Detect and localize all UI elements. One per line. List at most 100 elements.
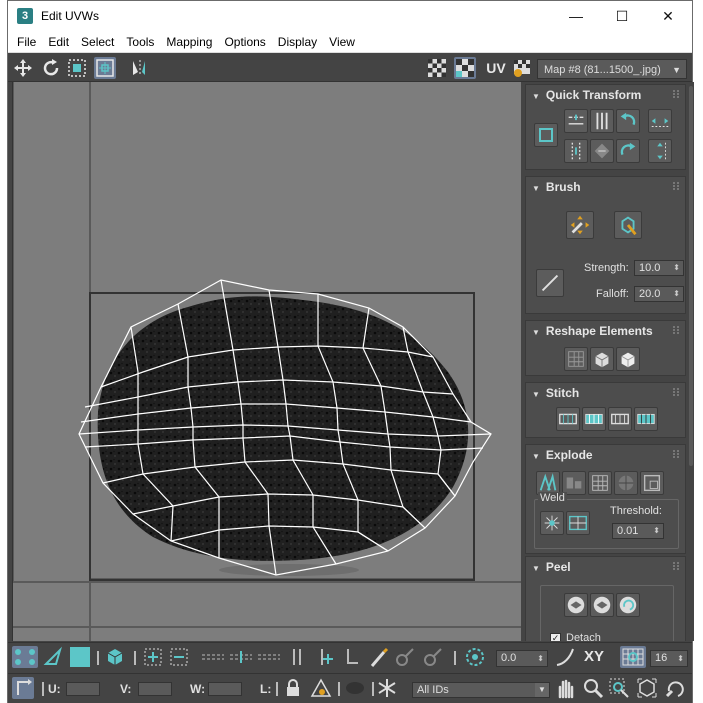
weld-target-button[interactable] <box>566 511 590 535</box>
explode-grid-button[interactable] <box>588 471 612 495</box>
grid-snap-icon[interactable] <box>620 646 646 668</box>
id-filter-select[interactable]: All IDs ▼ <box>412 682 550 698</box>
u-field[interactable] <box>66 682 100 696</box>
falloff-curve-icon[interactable] <box>554 646 576 668</box>
reset-peel-button[interactable] <box>616 593 640 617</box>
freeze-icon[interactable] <box>376 677 398 699</box>
shrink-selection-icon[interactable] <box>168 646 190 668</box>
menu-mapping[interactable]: Mapping <box>160 31 218 53</box>
menu-display[interactable]: Display <box>272 31 323 53</box>
map-select[interactable]: Map #8 (81...1500_.jpg) ▼ <box>537 59 687 79</box>
vertex-mode-icon[interactable] <box>12 646 38 668</box>
loop-shrink-icon[interactable] <box>256 646 282 668</box>
grow-selection-icon[interactable] <box>142 646 164 668</box>
zoom-extents-icon[interactable] <box>636 677 658 699</box>
quick-peel-button[interactable] <box>564 593 588 617</box>
move-icon[interactable] <box>12 57 34 79</box>
peel-button[interactable] <box>590 593 614 617</box>
falloff-spinner[interactable]: 20.0 ⬍ <box>634 286 684 302</box>
zoom-region-icon[interactable] <box>608 677 630 699</box>
detach-checkbox[interactable]: ✓ <box>550 633 561 641</box>
rollout-header-stitch[interactable]: ▼ Stitch <box>526 383 685 403</box>
w-field[interactable] <box>208 682 242 696</box>
rotate-ccw-button[interactable] <box>616 109 640 133</box>
paint-shrink-icon[interactable] <box>422 646 444 668</box>
straighten-button[interactable] <box>590 139 614 163</box>
paint-grow-icon[interactable] <box>394 646 416 668</box>
straighten-selection-button[interactable] <box>564 347 588 371</box>
explode-sphere-button[interactable] <box>614 471 638 495</box>
ring-grow-icon[interactable] <box>314 646 336 668</box>
v-field[interactable] <box>138 682 172 696</box>
soft-selection-icon[interactable] <box>464 646 486 668</box>
stitch-to-target-button[interactable] <box>582 407 606 431</box>
absolute-offset-icon[interactable] <box>12 677 34 699</box>
rollout-header-reshape[interactable]: ▼ Reshape Elements <box>526 321 685 341</box>
brush-line-button[interactable] <box>536 269 564 297</box>
scale-icon[interactable] <box>66 57 88 79</box>
lock-icon[interactable] <box>282 677 304 699</box>
xy-axis-button[interactable]: XY <box>584 646 610 668</box>
menu-tools[interactable]: Tools <box>120 31 160 53</box>
stitch-to-source-button[interactable] <box>634 407 658 431</box>
weld-selected-button[interactable] <box>540 511 564 535</box>
rollout-header-brush[interactable]: ▼ Brush <box>526 177 685 197</box>
uv-viewport[interactable] <box>12 82 521 641</box>
rollout-header-peel[interactable]: ▼ Peel <box>526 557 685 577</box>
zoom-icon[interactable] <box>582 677 604 699</box>
stitch-average-button[interactable] <box>608 407 632 431</box>
align-horizontal-button[interactable] <box>564 109 588 133</box>
menu-edit[interactable]: Edit <box>42 31 75 53</box>
settings-icon[interactable] <box>511 57 533 79</box>
rollout-header-explode[interactable]: ▼ Explode <box>526 445 685 465</box>
spinner-arrows-icon[interactable]: ⬍ <box>673 261 680 275</box>
spinner-arrows-icon[interactable]: ⬍ <box>537 651 544 666</box>
freeform-icon[interactable] <box>94 57 116 79</box>
rollout-header-quick-transform[interactable]: ▼ Quick Transform <box>526 85 685 105</box>
panel-scrollbar[interactable] <box>689 86 693 466</box>
mirror-icon[interactable] <box>128 57 150 79</box>
checker-icon[interactable] <box>426 57 448 79</box>
edge-mode-icon[interactable] <box>42 646 64 668</box>
rotate-cw-button[interactable] <box>616 139 640 163</box>
maximize-button[interactable]: ☐ <box>599 1 645 31</box>
align-vertical-edges-button[interactable] <box>564 139 588 163</box>
close-button[interactable]: ✕ <box>645 1 691 31</box>
menu-options[interactable]: Options <box>218 31 271 53</box>
face-mode-icon[interactable] <box>70 647 90 667</box>
filter-icon[interactable] <box>344 677 366 699</box>
help-icon[interactable] <box>664 677 686 699</box>
align-vertical-button[interactable] <box>590 109 614 133</box>
uv-toggle-button[interactable]: UV <box>482 57 510 79</box>
rotate-icon[interactable] <box>40 57 62 79</box>
element-mode-icon[interactable] <box>104 646 126 668</box>
relax-settings-button[interactable] <box>616 347 640 371</box>
menu-file[interactable]: File <box>8 31 42 53</box>
space-vertical-button[interactable] <box>648 139 672 163</box>
menu-select[interactable]: Select <box>75 31 120 53</box>
ring-icon[interactable] <box>286 646 308 668</box>
minimize-button[interactable]: — <box>553 1 599 31</box>
loop-icon[interactable] <box>200 646 226 668</box>
loop-grow-icon[interactable] <box>228 646 254 668</box>
spinner-arrows-icon[interactable]: ⬍ <box>677 651 684 666</box>
grid-spinner[interactable]: 16 ⬍ <box>650 650 688 667</box>
relax-button[interactable] <box>590 347 614 371</box>
angle-spinner[interactable]: 0.0 ⬍ <box>496 650 548 667</box>
paint-move-button[interactable] <box>566 211 594 239</box>
space-horizontal-button[interactable] <box>648 109 672 133</box>
menu-view[interactable]: View <box>323 31 361 53</box>
explode-box-button[interactable] <box>640 471 664 495</box>
pan-icon[interactable] <box>554 677 576 699</box>
spinner-arrows-icon[interactable]: ⬍ <box>673 287 680 301</box>
paint-relax-button[interactable] <box>614 211 642 239</box>
align-center-button[interactable] <box>534 123 558 147</box>
paint-select-icon[interactable] <box>368 646 390 668</box>
hide-icon[interactable] <box>310 677 332 699</box>
uv-canvas[interactable] <box>13 82 521 641</box>
show-map-icon[interactable] <box>454 57 476 79</box>
stitch-custom-button[interactable] <box>556 407 580 431</box>
spinner-arrows-icon[interactable]: ⬍ <box>653 524 660 538</box>
threshold-spinner[interactable]: 0.01 ⬍ <box>612 523 664 539</box>
strength-spinner[interactable]: 10.0 ⬍ <box>634 260 684 276</box>
